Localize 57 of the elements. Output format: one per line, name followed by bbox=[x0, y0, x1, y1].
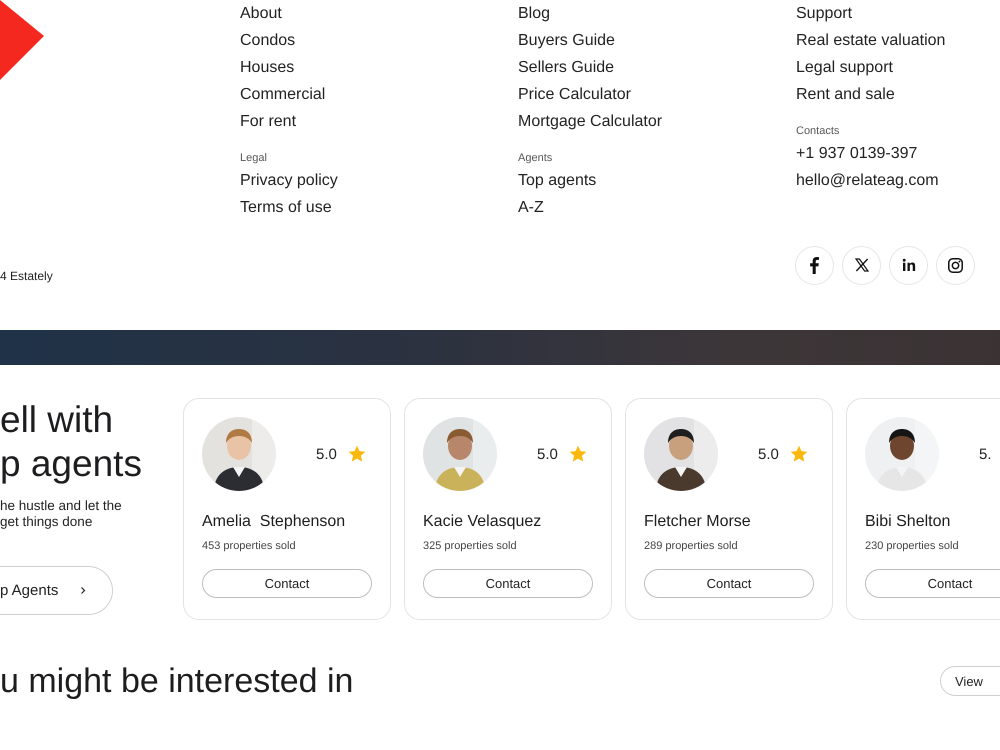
instagram-button[interactable] bbox=[936, 246, 975, 284]
logo-icon bbox=[0, 0, 44, 80]
properties-sold: 289 properties sold bbox=[644, 540, 739, 552]
footer-link[interactable]: Real estate valuation bbox=[796, 27, 1000, 54]
rating-value: 5.0 bbox=[316, 446, 338, 462]
chevron-right-icon bbox=[80, 586, 86, 595]
star-icon bbox=[568, 444, 588, 464]
footer-link[interactable]: Condos bbox=[240, 27, 518, 54]
x-icon bbox=[852, 256, 870, 274]
footer-link[interactable]: Support bbox=[796, 0, 1000, 27]
footer-link[interactable]: Buyers Guide bbox=[518, 27, 796, 54]
agent-name: Fletcher Morse bbox=[644, 513, 752, 531]
section-heading: Agents bbox=[518, 151, 554, 166]
rating-value: 5.0 bbox=[537, 446, 559, 462]
footer-link[interactable]: About bbox=[240, 0, 518, 27]
section-heading: Legal bbox=[240, 151, 268, 166]
agent-name: Bibi Shelton bbox=[865, 513, 952, 531]
rating-value: 5.0 bbox=[758, 446, 780, 462]
footer-link[interactable]: Sellers Guide bbox=[518, 54, 796, 81]
linkedin-button[interactable] bbox=[889, 246, 928, 284]
footer-link[interactable]: Legal support bbox=[796, 54, 1000, 81]
footer-link[interactable]: Top agents bbox=[518, 167, 796, 194]
agent-name: Kacie Velasquez bbox=[423, 513, 542, 531]
footer-link[interactable]: Terms of use bbox=[240, 194, 518, 221]
footer-link[interactable]: Mortgage Calculator bbox=[518, 108, 796, 135]
top-agents-button[interactable]: p Agents bbox=[0, 566, 113, 615]
footer-link[interactable]: A-Z bbox=[518, 194, 796, 221]
star-icon bbox=[347, 444, 367, 464]
footer-link[interactable]: Rent and sale bbox=[796, 81, 1000, 108]
facebook-button[interactable] bbox=[795, 246, 834, 284]
instagram-icon bbox=[946, 256, 965, 274]
section-title: ell with p agents bbox=[0, 398, 143, 486]
footer-link[interactable]: Blog bbox=[518, 0, 796, 27]
contact-button[interactable]: Contact bbox=[423, 569, 593, 598]
properties-sold: 453 properties sold bbox=[202, 540, 297, 552]
contact-button[interactable]: Contact bbox=[644, 569, 814, 598]
footer-link[interactable]: +1 937 0139-397 bbox=[796, 140, 1000, 167]
section-description: he hustle and let the get things done bbox=[0, 498, 123, 530]
footer-link[interactable]: hello@relateag.com bbox=[796, 167, 1000, 194]
properties-sold: 230 properties sold bbox=[865, 540, 960, 552]
agent-name: Amelia Stephenson bbox=[202, 513, 346, 531]
x-button[interactable] bbox=[842, 246, 881, 284]
footer-link[interactable]: Houses bbox=[240, 54, 518, 81]
footer-link[interactable]: Price Calculator bbox=[518, 81, 796, 108]
footer-link[interactable]: For rent bbox=[240, 108, 518, 135]
footer-link[interactable]: Commercial bbox=[240, 81, 518, 108]
rating-value: 5. bbox=[979, 446, 993, 462]
section-heading: Contacts bbox=[796, 124, 840, 139]
facebook-icon bbox=[810, 256, 819, 274]
footer-link[interactable]: Privacy policy bbox=[240, 167, 518, 194]
section-title: u might be interested in bbox=[0, 661, 354, 702]
view-button[interactable]: View bbox=[940, 666, 1000, 696]
star-icon bbox=[789, 444, 809, 464]
properties-sold: 325 properties sold bbox=[423, 540, 518, 552]
contact-button[interactable]: Contact bbox=[865, 569, 1000, 598]
copyright-text: 4 Estately bbox=[0, 269, 53, 283]
contact-button[interactable]: Contact bbox=[202, 569, 372, 598]
